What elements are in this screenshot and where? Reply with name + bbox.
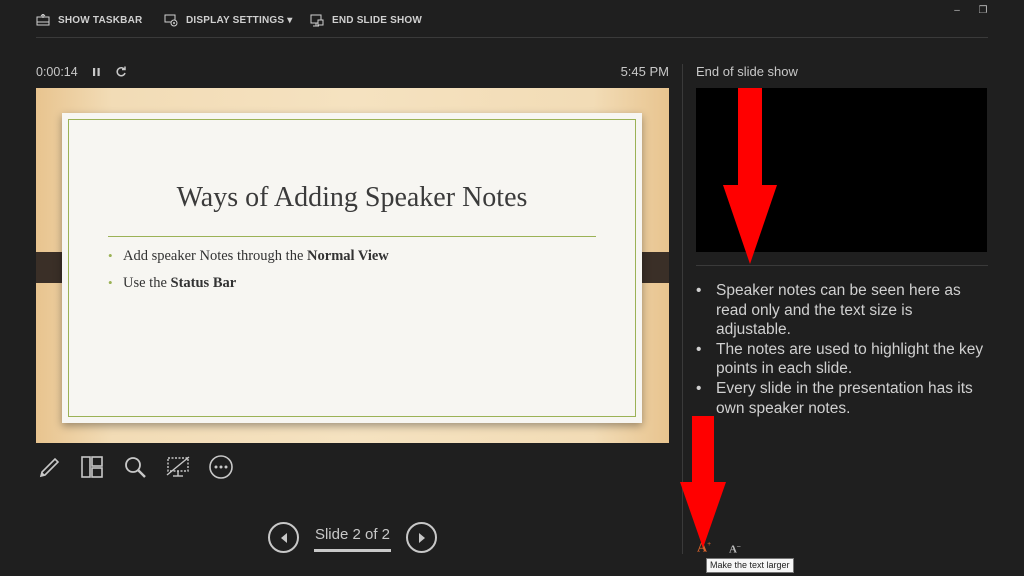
end-slide-show-label: END SLIDE SHOW: [332, 14, 423, 26]
notes-item-text: Every slide in the presentation has its …: [716, 379, 973, 417]
slide-bullet-list: • Add speaker Notes through the Normal Vi…: [108, 248, 389, 302]
slide-bullet: • Use the Status Bar: [108, 275, 389, 302]
bullet-text: Use the: [123, 275, 171, 291]
minimize-button[interactable]: –: [948, 4, 966, 18]
restart-timer-button[interactable]: [115, 66, 127, 78]
notes-item: • Every slide in the presentation has its…: [696, 379, 988, 418]
font-size-tooltip: Make the text larger: [706, 558, 794, 573]
annotation-arrow-down-font: [680, 416, 726, 548]
timer-row: 0:00:14: [36, 64, 127, 80]
more-options-button[interactable]: [208, 454, 234, 480]
show-taskbar-icon: [36, 14, 50, 26]
current-time: 5:45 PM: [620, 64, 669, 79]
next-arrow-icon: [418, 532, 425, 543]
pause-icon: [92, 68, 100, 76]
current-slide[interactable]: Ways of Adding Speaker Notes • Add speake…: [36, 88, 669, 443]
restore-button[interactable]: ❐: [974, 4, 992, 18]
more-options-icon: [209, 455, 233, 479]
slide-tools: [36, 454, 234, 480]
bullet-bold-text: Normal View: [307, 248, 389, 264]
chevron-down-icon: ▾: [287, 14, 293, 26]
next-slide-label: End of slide show: [696, 64, 798, 79]
previous-slide-button[interactable]: [268, 522, 299, 553]
notes-divider: [696, 265, 988, 266]
bullet-bold-text: Status Bar: [170, 275, 237, 291]
bullet-marker: •: [696, 340, 702, 358]
bullet-marker: •: [696, 379, 702, 397]
notes-item-text: The notes are used to highlight the key …: [716, 340, 984, 378]
font-smaller-icon: A: [729, 543, 737, 556]
notes-item-text: Speaker notes can be seen here as read o…: [716, 282, 961, 339]
toolbar-divider: [36, 37, 988, 38]
decrease-font-size-button[interactable]: A–: [729, 542, 740, 556]
annotation-arrow-down-notes: [723, 88, 777, 264]
slide-content: Ways of Adding Speaker Notes • Add speake…: [62, 113, 642, 423]
slide-title: Ways of Adding Speaker Notes: [176, 182, 528, 213]
pen-tool-button[interactable]: [36, 454, 62, 480]
slide-bullet: • Add speaker Notes through the Normal Vi…: [108, 248, 389, 275]
display-settings-label: DISPLAY SETTINGS: [186, 14, 285, 26]
bullet-text: Add speaker Notes through the: [123, 248, 308, 264]
elapsed-time: 0:00:14: [36, 65, 78, 79]
zoom-icon: [125, 457, 146, 478]
see-all-slides-button[interactable]: [79, 454, 105, 480]
next-slide-button[interactable]: [406, 522, 437, 553]
pen-icon: [39, 457, 60, 478]
minus-icon: –: [736, 542, 741, 550]
black-screen-icon: [166, 456, 190, 477]
slide-counter-underline: [314, 549, 391, 552]
presenter-toolbar: SHOW TASKBAR DISPLAY SETTINGS ▾ END SLID…: [0, 0, 1024, 38]
end-slide-show-button[interactable]: END SLIDE SHOW: [310, 12, 422, 28]
zoom-button[interactable]: [122, 454, 148, 480]
restart-icon: [116, 66, 126, 77]
display-settings-icon: [164, 14, 178, 26]
see-all-slides-icon: [81, 456, 103, 478]
speaker-notes[interactable]: • Speaker notes can be seen here as read …: [696, 281, 988, 418]
slide-counter[interactable]: Slide 2 of 2: [314, 526, 391, 543]
display-settings-button[interactable]: DISPLAY SETTINGS ▾: [164, 12, 292, 28]
pause-timer-button[interactable]: [92, 67, 101, 77]
show-taskbar-button[interactable]: SHOW TASKBAR: [36, 12, 142, 28]
previous-arrow-icon: [280, 532, 287, 543]
end-slide-show-icon: [310, 14, 324, 26]
notes-item: • Speaker notes can be seen here as read …: [696, 281, 988, 340]
black-screen-button[interactable]: [165, 454, 191, 480]
slide-title-rule: [108, 236, 596, 237]
bullet-marker: •: [696, 282, 702, 299]
notes-item: • The notes are used to highlight the key…: [696, 340, 988, 379]
show-taskbar-label: SHOW TASKBAR: [58, 14, 143, 26]
bullet-marker: •: [108, 275, 113, 290]
bullet-marker: •: [108, 248, 113, 263]
